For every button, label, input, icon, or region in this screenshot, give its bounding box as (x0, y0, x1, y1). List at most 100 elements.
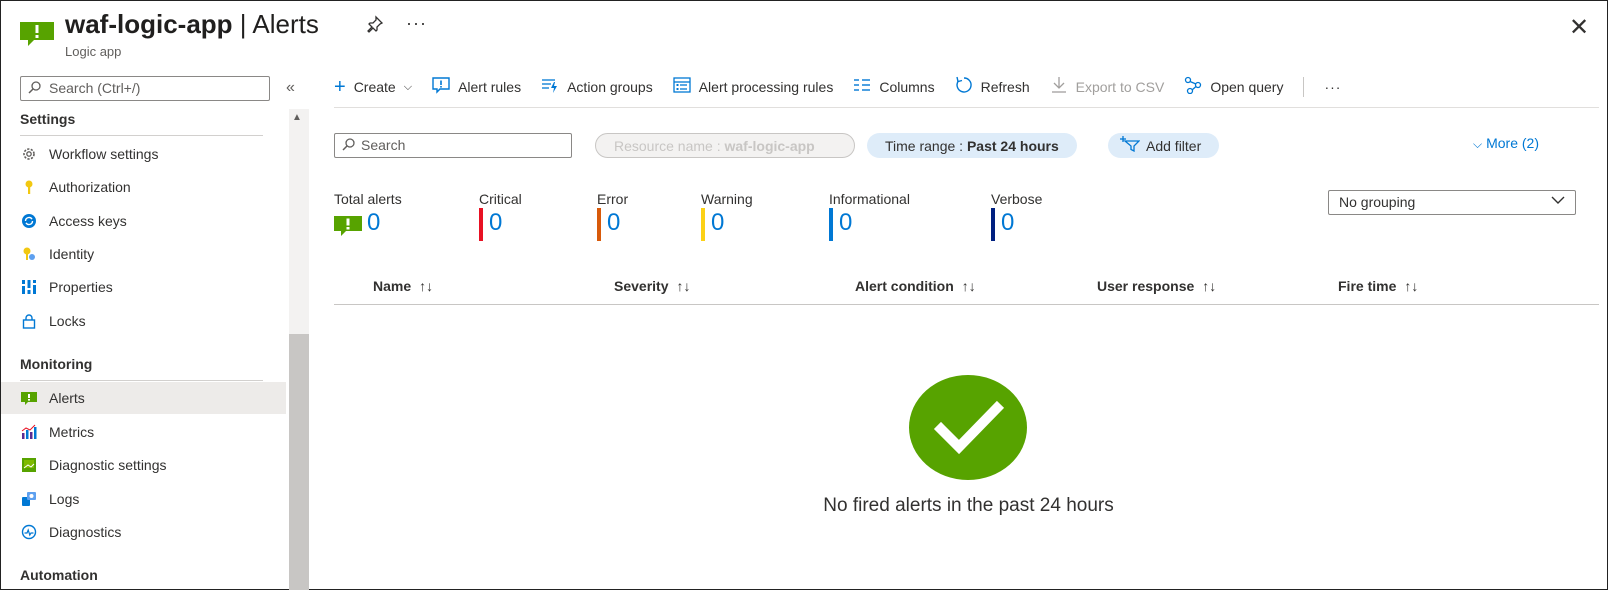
column-header-fire-time[interactable]: Fire time ↑↓ (1338, 278, 1418, 294)
alert-icon (20, 390, 37, 407)
warning-severity-bar (701, 208, 705, 241)
chevron-down-icon (1551, 194, 1565, 208)
sidebar-item-diagnostic-settings[interactable]: Diagnostic settings (1, 449, 286, 481)
alert-processing-rules-label: Alert processing rules (698, 79, 834, 95)
columns-icon (853, 76, 871, 99)
refresh-button[interactable]: Refresh (955, 76, 1030, 99)
sidebar-item-label: Alerts (49, 390, 85, 406)
diagnostics-icon (20, 524, 37, 541)
informational-severity-bar (829, 208, 833, 241)
column-header-user-response[interactable]: User response ↑↓ (1097, 278, 1216, 294)
column-header-name[interactable]: Name ↑↓ (373, 278, 433, 294)
sidebar-item-label: Authorization (49, 179, 131, 195)
sidebar-item-locks[interactable]: Locks (1, 305, 286, 337)
toolbar-more-button[interactable]: ··· (1324, 79, 1341, 95)
resource-filter-value: waf-logic-app (724, 137, 815, 154)
pin-icon[interactable] (366, 15, 384, 38)
sidebar-item-authorization[interactable]: Authorization (1, 171, 286, 203)
sidebar-item-properties[interactable]: Properties (1, 271, 286, 303)
column-header-label: Name (373, 278, 412, 294)
column-header-label: Fire time (1338, 278, 1397, 294)
scroll-up-icon[interactable]: ▲ (292, 112, 302, 123)
error-count[interactable]: 0 (607, 209, 620, 237)
collapse-nav-icon[interactable]: « (286, 79, 295, 97)
warning-label: Warning (701, 191, 753, 207)
nav-section-monitoring: Monitoring (20, 356, 93, 372)
sidebar-item-label: Properties (49, 279, 113, 295)
columns-label: Columns (879, 79, 935, 95)
time-range-value: Past 24 hours (966, 137, 1059, 154)
columns-button[interactable]: Columns (853, 76, 935, 99)
action-groups-button[interactable]: Action groups (541, 76, 653, 99)
nav-section-settings: Settings (20, 111, 76, 127)
key-icon (20, 179, 37, 196)
time-range-filter-pill[interactable]: Time range : Past 24 hours (867, 133, 1077, 158)
add-filter-button[interactable]: Add filter (1108, 133, 1220, 158)
chevron-down-icon: ⌵ (1473, 137, 1483, 151)
plus-icon: + (334, 75, 346, 98)
download-icon (1050, 76, 1068, 99)
close-icon[interactable]: ✕ (1569, 13, 1589, 42)
error-severity-bar (597, 208, 601, 241)
sidebar-item-label: Diagnostics (49, 524, 122, 540)
resource-name: waf-logic-app (65, 9, 233, 39)
informational-label: Informational (829, 191, 910, 207)
critical-count[interactable]: 0 (489, 209, 502, 237)
sidebar-item-logs[interactable]: Logs (1, 483, 286, 515)
create-button[interactable]: + Create ⌵ (334, 76, 412, 99)
nav-divider (20, 135, 263, 136)
add-filter-icon (1120, 136, 1141, 155)
alert-icon (334, 216, 362, 236)
alert-rules-button[interactable]: Alert rules (432, 76, 521, 99)
chevron-down-icon: ⌵ (403, 80, 413, 93)
total-alerts-count[interactable]: 0 (367, 209, 380, 237)
identity-icon (20, 246, 37, 263)
logic-app-icon (20, 22, 54, 46)
grouping-dropdown[interactable]: No grouping (1328, 190, 1576, 215)
more-filters-link[interactable]: ⌵ More (2) (1473, 135, 1539, 152)
verbose-severity-bar (991, 208, 995, 241)
critical-label: Critical (479, 191, 522, 207)
nav-search-input[interactable]: Search (Ctrl+/) (20, 76, 270, 101)
more-options-icon[interactable]: ··· (406, 13, 427, 34)
processing-rules-icon (673, 76, 691, 99)
time-range-label: Time range : (885, 137, 967, 154)
empty-state-message: No fired alerts in the past 24 hours (823, 495, 1114, 516)
nav-divider (20, 380, 263, 381)
total-alerts-label: Total alerts (334, 191, 402, 207)
error-label: Error (597, 191, 629, 207)
sort-icon: ↑↓ (1202, 278, 1217, 294)
nav-scroll-thumb[interactable] (289, 334, 309, 590)
metrics-icon (20, 424, 37, 441)
resource-type: Logic app (65, 44, 122, 59)
alert-search-input[interactable]: Search (334, 133, 572, 158)
add-filter-label: Add filter (1146, 137, 1202, 154)
informational-count[interactable]: 0 (839, 209, 852, 237)
warning-count[interactable]: 0 (711, 209, 724, 237)
sidebar-item-workflow-settings[interactable]: Workflow settings (1, 138, 286, 170)
diagnostic-settings-icon (20, 457, 37, 474)
table-header-divider (334, 304, 1599, 305)
sidebar-item-access-keys[interactable]: Access keys (1, 205, 286, 237)
toolbar-separator (1303, 77, 1305, 97)
page-name: Alerts (252, 9, 319, 39)
sort-icon: ↑↓ (419, 278, 434, 294)
refresh-label: Refresh (980, 79, 1030, 95)
resource-filter-label: Resource name : (614, 137, 725, 154)
sidebar-item-metrics[interactable]: Metrics (1, 416, 286, 448)
success-check-icon (909, 375, 1027, 480)
export-csv-button[interactable]: Export to CSV (1050, 76, 1164, 99)
column-header-severity[interactable]: Severity ↑↓ (614, 278, 690, 294)
sidebar-item-identity[interactable]: Identity (1, 238, 286, 270)
alert-rules-label: Alert rules (458, 79, 522, 95)
open-query-button[interactable]: Open query (1184, 76, 1283, 99)
sidebar-item-alerts[interactable]: Alerts (1, 382, 286, 414)
sidebar-item-diagnostics[interactable]: Diagnostics (1, 516, 286, 548)
column-header-alert-condition[interactable]: Alert condition ↑↓ (855, 278, 976, 294)
verbose-count[interactable]: 0 (1001, 209, 1014, 237)
query-icon (1184, 76, 1202, 99)
sidebar-item-label: Diagnostic settings (49, 457, 167, 473)
column-header-label: Severity (614, 278, 669, 294)
alert-processing-rules-button[interactable]: Alert processing rules (673, 76, 834, 99)
sidebar-item-label: Workflow settings (49, 146, 159, 162)
